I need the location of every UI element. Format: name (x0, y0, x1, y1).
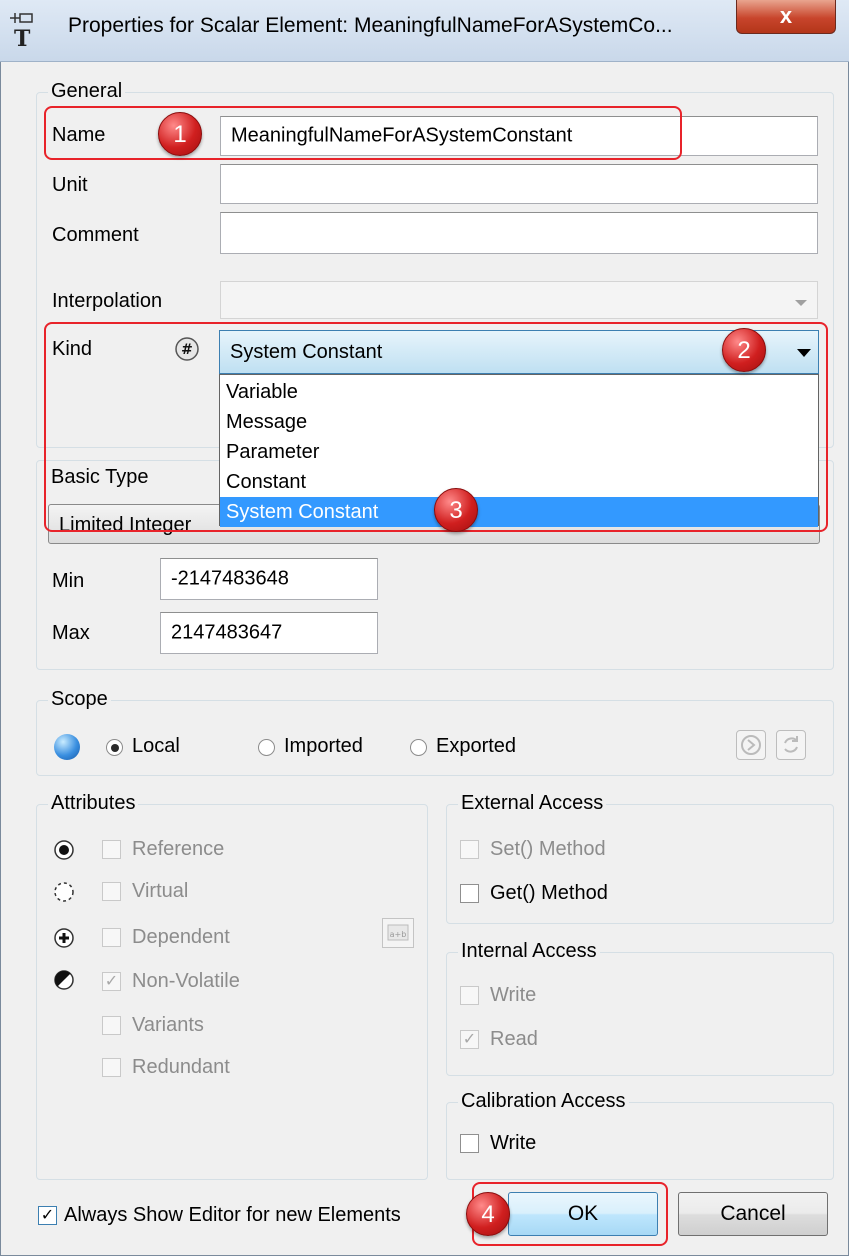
annotation-badge-4: 4 (466, 1192, 510, 1236)
always-show-checkbox[interactable]: ✓ (38, 1206, 57, 1225)
internal-write-label: Write (490, 984, 537, 1006)
globe-icon (54, 734, 80, 760)
reference-checkbox[interactable] (102, 840, 121, 859)
virtual-icon (52, 880, 76, 904)
svg-text:a+b: a+b (390, 930, 407, 939)
max-field[interactable]: 2147483647 (160, 612, 378, 654)
internal-write-checkbox[interactable] (460, 986, 479, 1005)
interpolation-label: Interpolation (52, 290, 163, 312)
annotation-badge-2: 2 (722, 328, 766, 372)
dependent-label: Dependent (132, 926, 230, 948)
internal-access-legend: Internal Access (458, 940, 600, 963)
window-title: Properties for Scalar Element: Meaningfu… (68, 14, 673, 37)
scope-exported-radio[interactable] (410, 739, 427, 756)
calibration-access-legend: Calibration Access (458, 1090, 629, 1113)
min-field[interactable]: -2147483648 (160, 558, 378, 600)
virtual-checkbox[interactable] (102, 882, 121, 901)
set-method-checkbox[interactable] (460, 840, 479, 859)
cancel-button[interactable]: Cancel (678, 1192, 828, 1236)
unit-field[interactable] (220, 164, 818, 204)
get-method-label: Get() Method (490, 882, 608, 904)
virtual-label: Virtual (132, 880, 189, 902)
forward-icon[interactable] (736, 730, 766, 760)
scope-imported-radio[interactable] (258, 739, 275, 756)
non-volatile-checkbox[interactable]: ✓ (102, 972, 121, 991)
scope-local-radio[interactable] (106, 739, 123, 756)
calibration-write-checkbox[interactable] (460, 1134, 479, 1153)
scope-exported-label: Exported (436, 735, 517, 757)
min-label: Min (52, 570, 85, 592)
close-button[interactable]: x (736, 0, 836, 34)
variants-checkbox[interactable] (102, 1016, 121, 1035)
formula-icon[interactable]: a+b (382, 918, 414, 948)
unit-label: Unit (52, 174, 88, 196)
non-volatile-label: Non-Volatile (132, 970, 240, 992)
chevron-down-icon (795, 300, 807, 306)
get-method-checkbox[interactable] (460, 884, 479, 903)
redundant-label: Redundant (132, 1056, 230, 1078)
attributes-legend: Attributes (48, 792, 139, 815)
annotation-badge-1: 1 (158, 112, 202, 156)
scope-imported-label: Imported (284, 735, 363, 757)
set-method-label: Set() Method (490, 838, 606, 860)
refresh-icon[interactable] (776, 730, 806, 760)
reference-label: Reference (132, 838, 225, 860)
internal-read-checkbox[interactable]: ✓ (460, 1030, 479, 1049)
annotation-badge-3: 3 (434, 488, 478, 532)
non-volatile-icon (52, 968, 76, 992)
redundant-checkbox[interactable] (102, 1058, 121, 1077)
scope-legend: Scope (48, 688, 111, 711)
close-icon: x (779, 3, 793, 28)
svg-text:T: T (14, 26, 31, 48)
external-access-group (446, 804, 834, 924)
internal-read-label: Read (490, 1028, 538, 1050)
dependent-checkbox[interactable] (102, 928, 121, 947)
dependent-icon (52, 926, 76, 950)
interpolation-select[interactable] (220, 281, 818, 319)
calibration-write-label: Write (490, 1132, 537, 1154)
always-show-label: Always Show Editor for new Elements (64, 1204, 401, 1226)
comment-field[interactable] (220, 212, 818, 254)
comment-label: Comment (52, 224, 139, 246)
general-legend: General (48, 80, 126, 103)
internal-access-group (446, 952, 834, 1076)
variants-label: Variants (132, 1014, 204, 1036)
reference-icon (52, 838, 76, 862)
scope-local-label: Local (132, 735, 180, 757)
annotation-highlight-name (44, 106, 682, 160)
max-label: Max (52, 622, 90, 644)
external-access-legend: External Access (458, 792, 607, 815)
scalar-element-icon: T (8, 12, 38, 52)
